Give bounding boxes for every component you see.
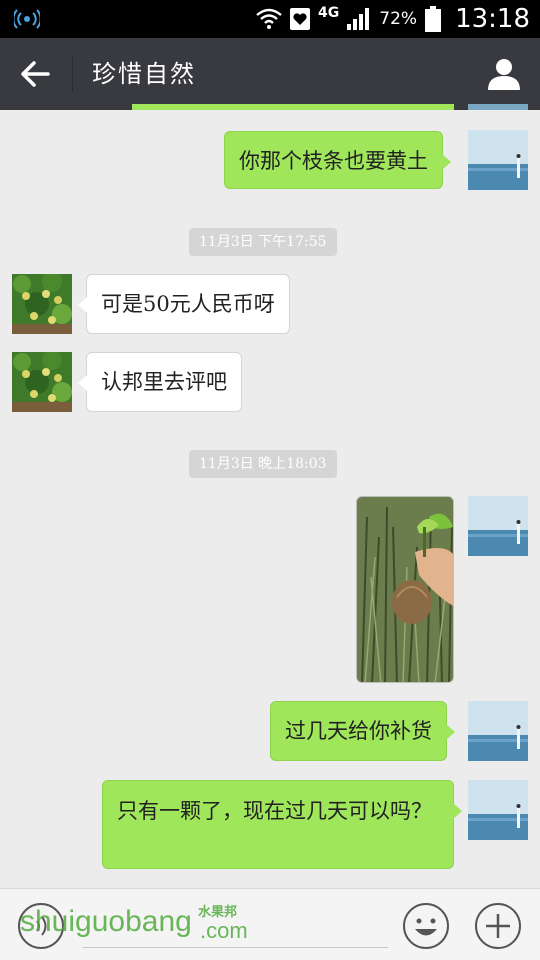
title-bar: 珍惜自然 <box>0 38 540 110</box>
my-avatar[interactable] <box>468 496 528 556</box>
timestamp: 11月3日 下午17:55 <box>189 228 337 256</box>
sea-photo-icon <box>468 780 528 840</box>
message-bubble-outgoing[interactable]: 只有一颗了，现在过几天可以吗？ <box>102 780 462 869</box>
my-avatar[interactable] <box>468 130 528 190</box>
watermark-main: shuiguobang <box>20 905 192 938</box>
status-bar: 4G 72% 13:18 <box>0 0 540 38</box>
my-avatar[interactable] <box>468 780 528 840</box>
fruit-tree-photo-icon <box>12 352 72 412</box>
my-avatar[interactable] <box>468 701 528 761</box>
wifi-icon <box>256 8 282 29</box>
sea-photo-icon <box>468 130 528 190</box>
sea-photo-icon <box>468 496 528 556</box>
message-bubble-outgoing[interactable]: 过几天给你补货 <box>270 701 455 761</box>
fruit-tree-photo-icon <box>12 274 72 334</box>
plant-photo-icon <box>357 497 453 682</box>
contact-avatar[interactable] <box>12 274 72 334</box>
emoji-icon[interactable] <box>402 902 450 950</box>
chat-title: 珍惜自然 <box>92 60 196 88</box>
watermark: shuiguobang 水果邦 .com <box>20 905 248 943</box>
previous-message-fragment <box>132 104 454 110</box>
back-arrow-icon[interactable] <box>18 58 54 90</box>
contact-avatar[interactable] <box>12 352 72 412</box>
previous-avatar-fragment <box>468 104 528 110</box>
message-bubble-incoming[interactable]: 可是50元人民币呀 <box>78 274 290 334</box>
signal-icon <box>347 8 370 30</box>
message-bubble-outgoing[interactable]: 你那个枝条也要黄土 <box>224 131 451 189</box>
notification-heart-icon <box>290 8 311 30</box>
network-type: 4G <box>318 5 340 21</box>
more-plus-icon[interactable] <box>474 902 522 950</box>
profile-icon[interactable] <box>486 56 522 92</box>
wifi-hotspot-icon <box>14 9 40 29</box>
text-input-field[interactable] <box>82 947 388 948</box>
timestamp: 11月3日 晚上18:03 <box>189 450 337 478</box>
title-divider <box>72 56 73 92</box>
watermark-com: .com <box>200 918 248 943</box>
message-bubble-incoming[interactable]: 认邦里去评吧 <box>78 352 242 412</box>
clock: 13:18 <box>455 4 530 34</box>
image-message[interactable] <box>356 496 454 683</box>
sea-photo-icon <box>468 701 528 761</box>
battery-icon <box>425 6 442 32</box>
battery-percent: 72% <box>379 9 418 29</box>
